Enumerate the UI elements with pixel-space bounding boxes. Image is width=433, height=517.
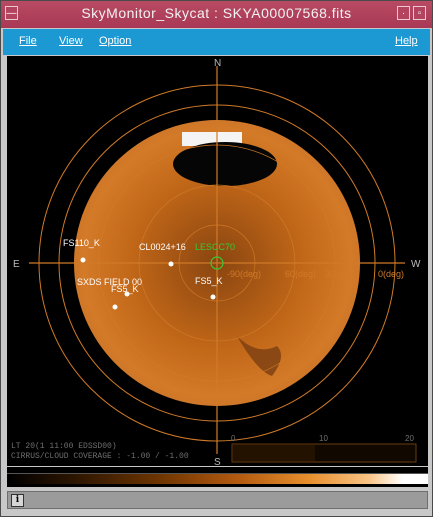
target-label: FS5_K [111,284,139,294]
skymonitor-window: — SkyMonitor_Skycat : SKYA00007568.fits … [0,0,433,517]
sky-overlay-svg: N S E W -90(deg) 60(deg) 30(deg) 0(deg) [11,58,421,466]
overlay-time: LT 20(1 11:00 EDSSD00) [11,442,117,451]
target-marker[interactable] [168,261,174,267]
target-label-highlight: LESCC70 [195,242,235,252]
intensity-scale-min: 0 [231,434,236,443]
target-label: FS110_K [63,238,100,248]
scale-label-0: 0(deg) [378,269,404,279]
maximize-button[interactable]: ▫ [413,6,426,20]
target-label: FS5_K [195,276,223,286]
target-label: CL0024+16 [139,242,186,252]
compass-east: E [13,259,20,270]
overlay-cloud-coverage: CIRRUS/CLOUD COVERAGE : -1.00 / -1.00 [11,452,189,461]
info-icon[interactable]: i [11,494,24,507]
scale-label-30: 30(deg) [325,269,356,279]
target-marker[interactable] [80,257,86,263]
menu-options[interactable]: Option [99,35,131,47]
intensity-scale-fill [233,445,315,461]
minimize-button[interactable]: · [397,6,410,20]
colorbar[interactable] [7,473,428,484]
title-bar[interactable]: — SkyMonitor_Skycat : SKYA00007568.fits … [1,1,432,28]
intensity-scale-max: 20 [405,434,414,443]
menu-bar: File View Option Help [3,29,430,55]
target-marker[interactable] [112,304,118,310]
compass-south: S [214,457,221,466]
target-marker[interactable] [210,294,216,300]
compass-north: N [214,58,221,69]
menu-view[interactable]: View [59,35,83,47]
message-bar: i [7,491,428,509]
menu-help[interactable]: Help [395,35,418,47]
menu-file[interactable]: File [19,35,37,47]
scale-label-60: 60(deg) [285,269,316,279]
window-title: SkyMonitor_Skycat : SKYA00007568.fits [81,5,352,21]
sky-image-canvas[interactable]: N S E W -90(deg) 60(deg) 30(deg) 0(deg) [7,56,428,466]
intensity-scale-mid: 10 [319,434,328,443]
scale-label-90: -90(deg) [227,269,261,279]
compass-west: W [411,259,421,270]
